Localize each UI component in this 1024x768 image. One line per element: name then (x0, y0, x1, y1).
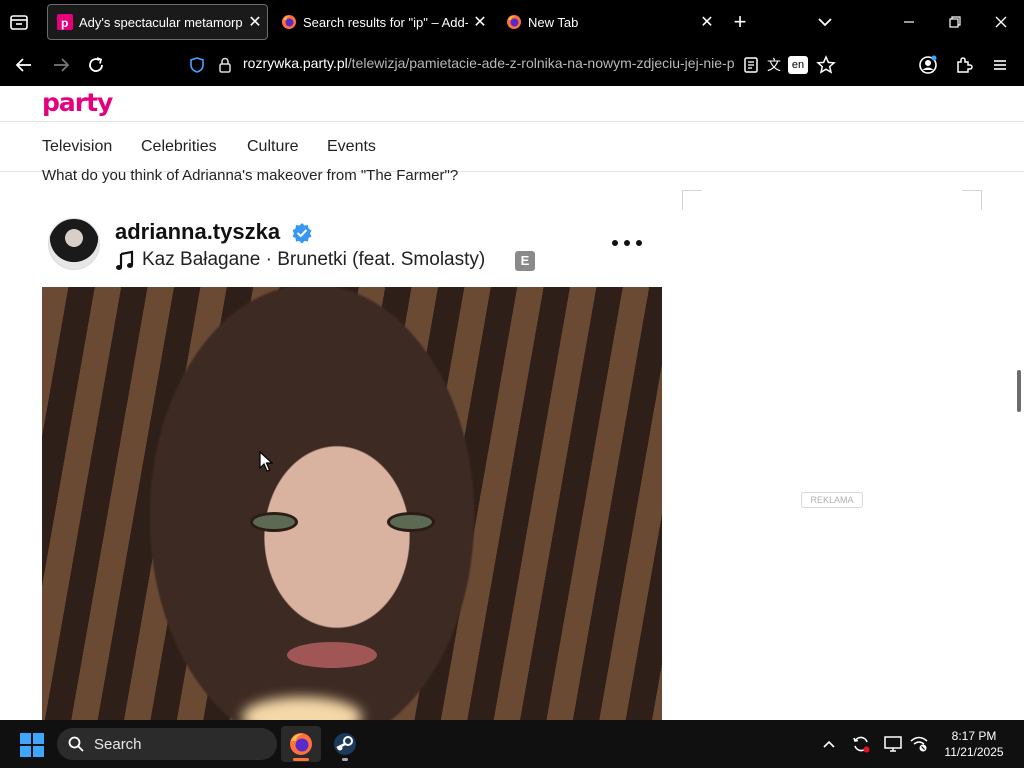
mouse-cursor-icon (259, 450, 274, 473)
instagram-song[interactable]: Kaz Bałagane · Brunetki (feat. Smolasty) (142, 249, 485, 271)
minimize-window-icon[interactable] (886, 0, 932, 44)
close-tab-icon[interactable]: ✕ (695, 12, 719, 32)
extensions-puzzle-icon[interactable] (952, 53, 976, 77)
display-icon[interactable] (883, 734, 903, 754)
nav-link-events[interactable]: Events (327, 138, 376, 156)
page-scrollbar[interactable] (1017, 370, 1021, 412)
active-app-indicator (293, 758, 309, 761)
restore-window-icon[interactable] (932, 0, 978, 44)
clock-date: 11/21/2025 (944, 745, 1004, 759)
site-navigation: Television Celebrities Culture Events (0, 122, 1024, 172)
browser-nav-bar: rozrywka.party.pl/telewizja/pamietacie-a… (0, 44, 1024, 86)
url-host: rozrywka.party.pl (243, 55, 348, 71)
chevron-down-icon[interactable] (814, 11, 836, 33)
ad-slot (682, 190, 982, 720)
close-tab-icon[interactable]: ✕ (243, 12, 267, 32)
tab-addons-search[interactable]: Search results for "ip" – Add-ons ✕ (272, 4, 492, 40)
photo-detail (387, 512, 435, 532)
firefox-favicon-icon (281, 14, 297, 30)
taskbar: Search 8:17 PM 11/21/2025 (0, 720, 1024, 768)
taskbar-search[interactable]: Search (57, 728, 277, 760)
tracking-protection-shield-icon[interactable] (185, 53, 209, 77)
nav-link-culture[interactable]: Culture (247, 138, 299, 156)
more-options-icon[interactable] (612, 236, 642, 250)
new-tab-plus-icon[interactable]: + (728, 8, 752, 36)
ad-frame-corner (962, 190, 982, 210)
site-header: party (0, 86, 1024, 122)
lock-icon[interactable] (213, 53, 237, 77)
browser-tab-bar: p Ady's spectacular metamorphosis ✕ Sear… (0, 0, 1024, 44)
search-icon (68, 736, 84, 752)
tab-new-tab[interactable]: New Tab ✕ (497, 4, 719, 40)
taskbar-steam-icon[interactable] (325, 726, 365, 762)
firefox-favicon-icon (506, 14, 522, 30)
tab-title: Ady's spectacular metamorphosis (79, 14, 243, 30)
article-question: What do you think of Adrianna's makeover… (42, 167, 459, 184)
close-window-icon[interactable] (978, 0, 1024, 44)
windows-start-icon[interactable] (20, 733, 44, 757)
tab-title: New Tab (528, 14, 579, 30)
photo-detail (287, 642, 377, 668)
music-note-icon (115, 250, 135, 272)
verified-badge-icon (291, 222, 313, 244)
bookmark-star-icon[interactable] (814, 53, 838, 77)
translation-language-badge[interactable]: en (788, 56, 808, 74)
photo-detail (242, 697, 362, 720)
ad-frame-corner (682, 190, 702, 210)
chevron-up-icon[interactable] (819, 734, 839, 754)
url-bar[interactable]: rozrywka.party.pl/telewizja/pamietacie-a… (243, 55, 735, 75)
ad-label: REKLAMA (801, 492, 863, 508)
nav-link-television[interactable]: Television (42, 138, 112, 156)
list-all-tabs-icon[interactable] (8, 11, 30, 33)
forward-arrow-icon[interactable] (49, 53, 73, 77)
tab-party-article[interactable]: p Ady's spectacular metamorphosis ✕ (47, 4, 268, 40)
svg-text:p: p (61, 16, 68, 30)
sync-icon[interactable] (851, 734, 871, 754)
reload-icon[interactable] (84, 53, 108, 77)
site-logo[interactable]: party (42, 88, 113, 117)
photo-detail (250, 512, 298, 532)
taskbar-search-label: Search (94, 736, 142, 753)
open-app-indicator (342, 758, 348, 761)
url-path: /telewizja/pamietacie-ade-z-rolnika-na-n… (347, 55, 735, 71)
hamburger-menu-icon[interactable] (988, 53, 1012, 77)
instagram-photo[interactable] (42, 287, 662, 720)
back-arrow-icon[interactable] (12, 53, 36, 77)
avatar[interactable] (48, 218, 100, 270)
instagram-username[interactable]: adrianna.tyszka (115, 219, 280, 245)
account-avatar-icon[interactable] (916, 53, 940, 77)
tab-title: Search results for "ip" – Add-ons (303, 14, 468, 30)
taskbar-firefox-icon[interactable] (281, 726, 321, 762)
network-disconnected-icon[interactable] (909, 734, 929, 754)
clock-time: 8:17 PM (951, 729, 997, 743)
party-favicon-icon: p (57, 14, 73, 30)
explicit-badge: E (515, 251, 535, 271)
translate-icon[interactable]: 文 (765, 53, 789, 77)
reader-view-icon[interactable] (739, 53, 763, 77)
svg-text:文: 文 (767, 58, 781, 74)
system-clock[interactable]: 8:17 PM 11/21/2025 (934, 728, 1014, 760)
nav-link-celebrities[interactable]: Celebrities (141, 138, 217, 156)
instagram-embed: adrianna.tyszka Kaz Bałagane · Brunetki … (42, 200, 662, 720)
close-tab-icon[interactable]: ✕ (468, 12, 492, 32)
